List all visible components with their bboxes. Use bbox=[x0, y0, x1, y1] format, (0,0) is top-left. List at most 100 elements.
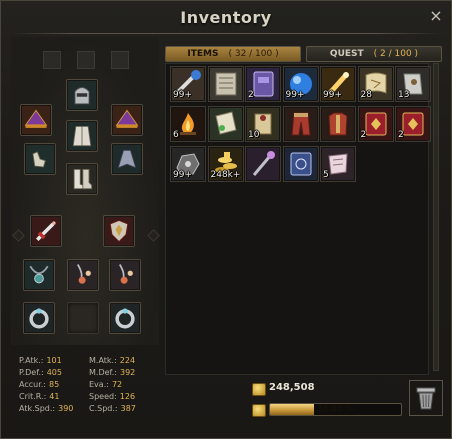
inventory-scrollbar[interactable] bbox=[433, 63, 439, 371]
stat-row: M.Atk.: 224 bbox=[89, 355, 135, 367]
cloak-icon bbox=[113, 145, 141, 173]
stat-label: Eva.: bbox=[89, 380, 109, 389]
scroll-green-icon bbox=[209, 108, 242, 140]
inventory-slot[interactable]: 2 bbox=[357, 106, 394, 142]
necklace-icon bbox=[25, 261, 53, 289]
item-quantity: 99+ bbox=[173, 90, 192, 100]
stat-label: M.Atk.: bbox=[89, 356, 117, 365]
tab-items-label: ITEMS bbox=[187, 49, 219, 59]
inventory-slot[interactable]: 99+ bbox=[170, 66, 206, 102]
stat-value: 392 bbox=[120, 368, 136, 377]
stat-value: 85 bbox=[49, 380, 60, 389]
red-tunic-icon bbox=[322, 108, 354, 140]
tab-quest[interactable]: QUEST ( 2 / 100 ) bbox=[306, 46, 442, 62]
talisman-slot[interactable] bbox=[77, 51, 95, 69]
inventory-slot[interactable]: 99+ bbox=[320, 66, 356, 102]
inventory-slot[interactable]: 5 bbox=[320, 146, 356, 182]
item-quantity: 99+ bbox=[285, 90, 305, 100]
stat-row: P.Def.: 405 bbox=[19, 367, 62, 379]
inventory-grid: 99+ 2 99+ 99+ 28 13 6 10 2 2 99+ 248k+ 5 bbox=[165, 63, 431, 375]
stat-label: Speed: bbox=[89, 392, 117, 401]
equip-slot-necklace[interactable] bbox=[23, 259, 55, 291]
talisman-slot[interactable] bbox=[43, 51, 61, 69]
inventory-slot[interactable] bbox=[207, 106, 244, 142]
inventory-slot[interactable] bbox=[245, 146, 281, 182]
inventory-slot[interactable]: 10 bbox=[245, 106, 281, 142]
stat-value: 390 bbox=[58, 404, 74, 413]
boots-icon bbox=[68, 165, 96, 193]
equip-slot-belt[interactable] bbox=[67, 302, 99, 334]
trash-can-icon bbox=[416, 387, 436, 410]
tab-quest-count: ( 2 / 100 ) bbox=[373, 49, 419, 59]
equip-slot-earring-1[interactable] bbox=[67, 259, 99, 291]
equip-slot-chest[interactable] bbox=[66, 120, 98, 152]
trash-button[interactable] bbox=[409, 380, 443, 416]
item-quantity: 2 bbox=[398, 130, 404, 140]
inventory-slot[interactable]: 2 bbox=[395, 106, 431, 142]
item-quantity: 6 bbox=[173, 130, 179, 140]
equip-slot-boots[interactable] bbox=[66, 163, 98, 195]
equip-slot-cloak[interactable] bbox=[111, 143, 143, 175]
equip-slot-right-earring[interactable] bbox=[111, 104, 143, 136]
inventory-slot[interactable] bbox=[282, 106, 319, 142]
stat-value: 41 bbox=[49, 392, 60, 401]
equipment-panel bbox=[11, 37, 160, 345]
tab-quest-label: QUEST bbox=[329, 49, 364, 59]
inventory-slot[interactable]: 2 bbox=[245, 66, 281, 102]
item-quantity: 248k+ bbox=[210, 170, 241, 180]
inventory-slot[interactable]: 99+ bbox=[170, 146, 206, 182]
stat-row: P.Atk.: 101 bbox=[19, 355, 62, 367]
equip-slot-earring-2[interactable] bbox=[109, 259, 141, 291]
inventory-window: Inventory × P.Atk.: 101 M.Atk.: 224 P.Def.: 4… bbox=[0, 0, 452, 439]
weight-percent-label: 33.83 % bbox=[316, 404, 355, 414]
inventory-slot[interactable]: 6 bbox=[170, 106, 206, 142]
item-quantity: 99+ bbox=[323, 90, 342, 100]
equip-slot-helmet[interactable] bbox=[66, 79, 98, 111]
equip-slot-ring-1[interactable] bbox=[23, 302, 55, 334]
stat-row: Atk.Spd.: 390 bbox=[19, 403, 73, 415]
adena-icon bbox=[252, 383, 266, 396]
equip-slot-left-earring[interactable] bbox=[20, 104, 52, 136]
inventory-slot[interactable] bbox=[320, 106, 356, 142]
talisman-slot[interactable] bbox=[111, 51, 129, 69]
inventory-slot[interactable]: 28 bbox=[357, 66, 394, 102]
ring-icon bbox=[111, 304, 139, 332]
stat-row: M.Def.: 392 bbox=[89, 367, 135, 379]
item-quantity: 2 bbox=[360, 130, 367, 140]
weight-bar: 33.83 % bbox=[269, 403, 402, 416]
stat-row: C.Spd.: 387 bbox=[89, 403, 136, 415]
stat-value: 126 bbox=[119, 392, 136, 401]
stat-value: 101 bbox=[46, 356, 62, 365]
stat-value: 224 bbox=[119, 356, 136, 365]
shield-icon bbox=[105, 217, 133, 245]
equip-slot-shield[interactable] bbox=[103, 215, 135, 247]
item-quantity: 99+ bbox=[173, 170, 192, 180]
decoration bbox=[147, 229, 160, 242]
gloves-icon bbox=[26, 145, 54, 173]
equip-slot-ring-2[interactable] bbox=[109, 302, 141, 334]
equip-slot-gloves[interactable] bbox=[24, 143, 56, 175]
stat-label: Accur.: bbox=[19, 380, 46, 389]
adena-value: 248,508 bbox=[269, 382, 315, 393]
item-quantity: 5 bbox=[323, 170, 329, 180]
inventory-slot[interactable]: 13 bbox=[395, 66, 431, 102]
inventory-slot[interactable]: 248k+ bbox=[207, 146, 244, 182]
stat-label: Crit.R.: bbox=[19, 392, 47, 401]
decoration bbox=[12, 229, 25, 242]
inventory-slot[interactable]: 99+ bbox=[282, 66, 319, 102]
inventory-slot[interactable] bbox=[207, 66, 244, 102]
tab-items[interactable]: ITEMS ( 32 / 100 ) bbox=[165, 46, 301, 62]
inventory-slot[interactable] bbox=[282, 146, 319, 182]
stat-row: Eva.: 72 bbox=[89, 379, 122, 391]
item-quantity: 2 bbox=[248, 90, 254, 100]
item-quantity: 28 bbox=[360, 90, 372, 100]
red-pants-icon bbox=[284, 108, 317, 140]
tab-items-count: ( 32 / 100 ) bbox=[228, 49, 279, 59]
equip-slot-weapon[interactable] bbox=[30, 215, 62, 247]
earring-icon bbox=[111, 261, 139, 289]
staff-icon bbox=[247, 148, 279, 180]
close-icon[interactable]: × bbox=[429, 8, 443, 24]
stone-tablet-icon bbox=[209, 68, 242, 100]
stat-value: 387 bbox=[120, 404, 136, 413]
item-quantity: 10 bbox=[248, 130, 260, 140]
